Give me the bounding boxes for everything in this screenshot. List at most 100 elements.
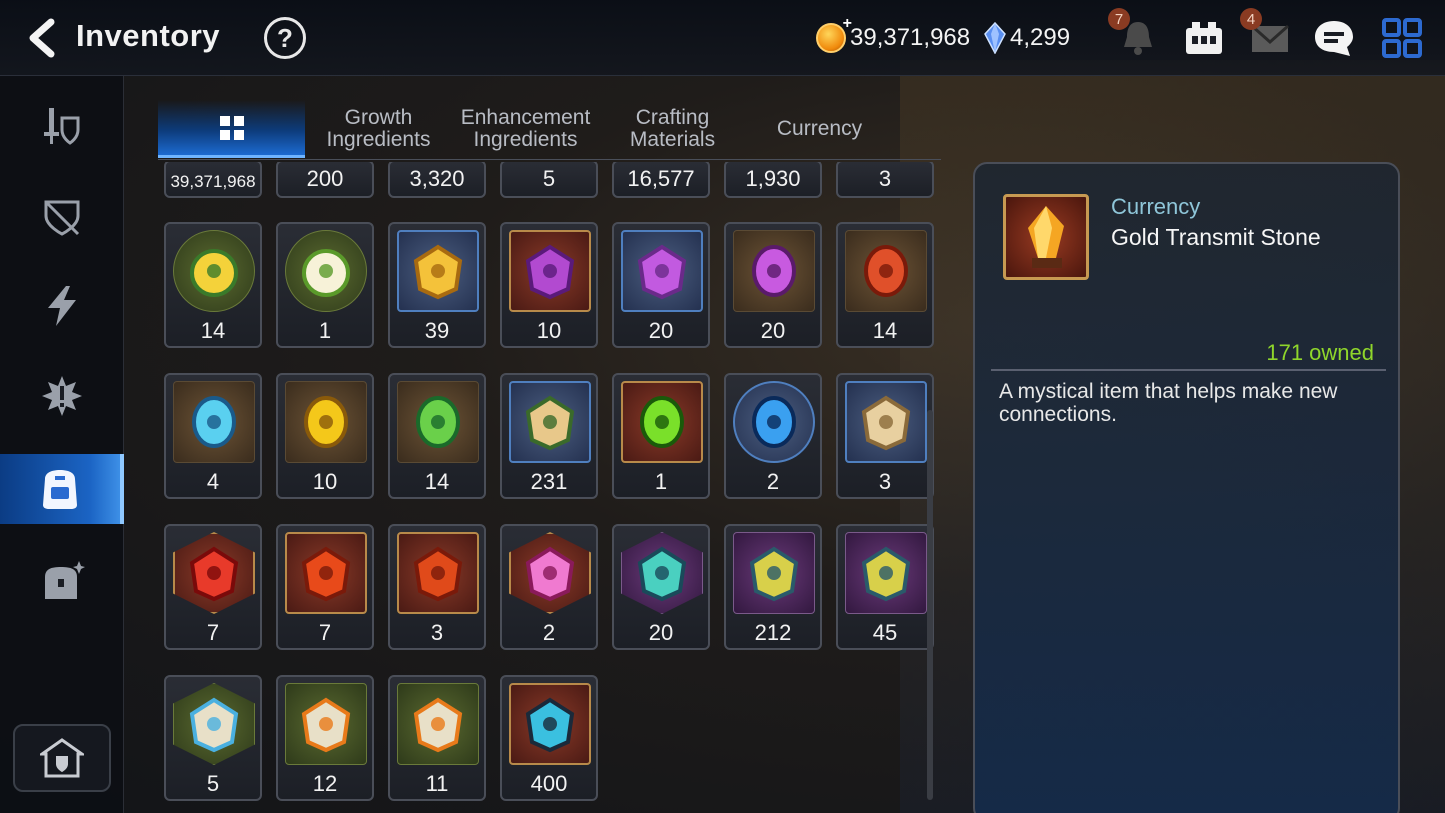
inventory-scrollbar[interactable] (927, 410, 933, 800)
inventory-item[interactable]: 212 (724, 524, 822, 650)
crystal-currency[interactable]: 4,299 (984, 20, 1070, 56)
mail-button[interactable]: 4 (1240, 8, 1294, 62)
gold-amount: 39,371,968 (850, 24, 971, 51)
purple-moon-rune-icon (733, 230, 815, 312)
inventory-item[interactable]: 7 (164, 524, 262, 650)
crystal-icon (984, 22, 1006, 54)
inventory-item[interactable]: 11 (388, 675, 486, 801)
inventory-item[interactable]: 12 (276, 675, 374, 801)
inventory-item[interactable]: 45 (836, 524, 934, 650)
phantasma-owl-icon (173, 230, 255, 312)
inventory-item[interactable]: 20 (724, 222, 822, 348)
teal-star-stone-icon (621, 532, 703, 614)
inventory-item[interactable]: 1 (276, 222, 374, 348)
pink-potion-icon (509, 532, 591, 614)
inventory-item[interactable]: 20 (612, 524, 710, 650)
tab-all[interactable] (158, 100, 305, 158)
help-button[interactable]: ? (264, 17, 306, 59)
back-button[interactable] (20, 14, 64, 62)
inventory-item[interactable]: 10 (500, 222, 598, 348)
crystal-amount: 4,299 (1010, 24, 1071, 51)
sidebar-item-inventory[interactable] (0, 454, 124, 524)
inventory-item[interactable]: 5 (164, 675, 262, 801)
sidebar-item-artifacts[interactable] (0, 181, 124, 251)
inventory-item-partial[interactable]: 1,930 (724, 162, 822, 198)
category-sidebar (0, 76, 124, 813)
inventory-item[interactable]: 20 (612, 222, 710, 348)
item-quantity: 14 (424, 469, 450, 494)
sidebar-item-chests[interactable] (0, 546, 124, 616)
sidebar-item-equipment[interactable] (0, 91, 124, 161)
item-quantity: 5 (542, 166, 556, 191)
inventory-item[interactable]: 2 (724, 373, 822, 499)
top-bar: Inventory ? + 39,371,968 4,299 7 4 (0, 0, 1445, 76)
item-quantity: 1 (654, 469, 668, 494)
item-quantity: 400 (530, 771, 568, 796)
tab-currency[interactable]: Currency (746, 100, 893, 158)
item-quantity: 14 (200, 318, 226, 343)
orange-bolt-white-stone-icon (397, 683, 479, 765)
inventory-item[interactable]: 10 (276, 373, 374, 499)
yellow-hammer-stone-icon (733, 532, 815, 614)
inventory-item[interactable]: 231 (500, 373, 598, 499)
inventory-item[interactable]: 400 (500, 675, 598, 801)
item-detail-panel: Currency Gold Transmit Stone 171 owned A… (973, 162, 1400, 813)
chat-bubble-icon (1315, 21, 1353, 56)
inventory-item-partial[interactable]: 5 (500, 162, 598, 198)
inventory-item[interactable]: 1 (612, 373, 710, 499)
inventory-item[interactable]: 2 (500, 524, 598, 650)
inventory-item-partial[interactable]: 16,577 (612, 162, 710, 198)
dark-crystal-shard-icon (509, 683, 591, 765)
storage-house-button[interactable] (13, 724, 111, 792)
menu-button[interactable] (1378, 14, 1426, 62)
item-description: A mystical item that helps make new conn… (999, 380, 1338, 426)
item-quantity: 1 (318, 318, 332, 343)
inventory-item-partial[interactable]: 39,371,968 (164, 162, 262, 198)
tab-crafting-materials[interactable]: Crafting Materials (599, 100, 746, 158)
golden-chest-icon (845, 381, 927, 463)
inventory-item[interactable]: 3 (836, 373, 934, 499)
item-quantity: 5 (206, 771, 220, 796)
treasure-chest-icon (45, 561, 85, 599)
inventory-item-partial[interactable]: 3,320 (388, 162, 486, 198)
inventory-item-partial[interactable]: 3 (836, 162, 934, 198)
inventory-item[interactable]: 3 (388, 524, 486, 650)
chat-button[interactable] (1310, 14, 1358, 62)
inventory-item[interactable]: 14 (836, 222, 934, 348)
item-quantity: 7 (318, 620, 332, 645)
sword-shield-icon (44, 108, 80, 145)
item-quantity: 20 (648, 620, 674, 645)
item-quantity: 3 (878, 166, 892, 191)
item-quantity: 3 (878, 469, 892, 494)
notifications-button[interactable]: 7 (1108, 8, 1162, 62)
inventory-item[interactable]: 39 (388, 222, 486, 348)
sidebar-item-special[interactable] (0, 361, 124, 431)
item-quantity: 39,371,968 (170, 172, 256, 191)
guild-button[interactable] (1180, 14, 1228, 62)
gold-currency[interactable]: + 39,371,968 (816, 15, 971, 56)
sidebar-item-skills[interactable] (0, 271, 124, 341)
broken-shield-icon (44, 200, 80, 236)
inventory-grid: 39,371,968 200 3,320 5 16,577 1,930 3 14 1 39 10 2… (160, 162, 940, 813)
golden-crystal-cluster-icon (397, 230, 479, 312)
item-quantity: 20 (648, 318, 674, 343)
ginseng-root-icon (509, 381, 591, 463)
item-quantity: 20 (760, 318, 786, 343)
inventory-item-partial[interactable]: 200 (276, 162, 374, 198)
item-quantity: 11 (425, 771, 449, 796)
inventory-item[interactable]: 14 (164, 222, 262, 348)
inventory-item[interactable]: 4 (164, 373, 262, 499)
item-quantity: 2 (766, 469, 780, 494)
inventory-item[interactable]: 7 (276, 524, 374, 650)
tab-enhancement-ingredients[interactable]: Enhancement Ingredients (452, 100, 599, 158)
tab-growth-ingredients[interactable]: Growth Ingredients (305, 100, 452, 158)
inventory-item[interactable]: 14 (388, 373, 486, 499)
red-bolt-stone-icon (397, 532, 479, 614)
item-quantity: 1,930 (745, 166, 801, 191)
chevron-left-icon (29, 18, 55, 58)
guild-hall-icon (1186, 22, 1222, 54)
blue-star-white-stone-icon (173, 683, 255, 765)
gold-coin-icon: + (816, 15, 852, 53)
owned-count: 171 owned (1266, 340, 1374, 365)
green-orb-icon (621, 381, 703, 463)
